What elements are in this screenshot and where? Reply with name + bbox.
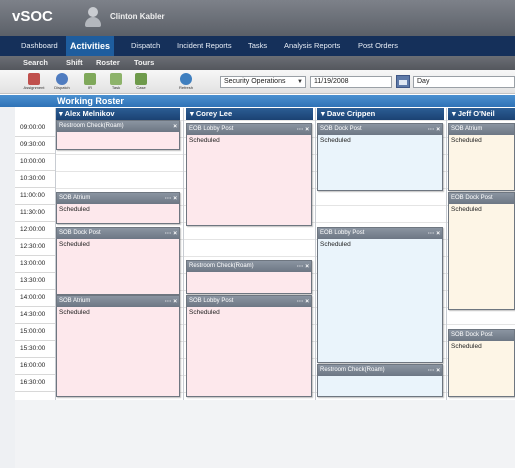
task-button[interactable]: Task [104, 72, 128, 94]
column-header-alex-melnikov[interactable]: ▾ Alex Melnikov [55, 108, 180, 120]
user-avatar-icon [83, 6, 103, 28]
ir-icon [84, 73, 96, 85]
close-icon[interactable]: ··· × [428, 365, 440, 376]
subnav-search[interactable]: Search [23, 56, 48, 70]
shift-block[interactable]: SOB Atrium ··· × Scheduled [56, 295, 180, 397]
left-gutter [0, 95, 15, 468]
close-icon[interactable]: ··· × [428, 228, 440, 239]
close-icon[interactable]: ··· × [165, 228, 177, 239]
close-icon[interactable]: ··· × [297, 261, 309, 272]
shift-block[interactable]: Restroom Check(Roam) ··· × [186, 260, 312, 294]
time-slot: 16:00:00 [15, 358, 55, 375]
time-slot: 09:30:00 [15, 137, 55, 154]
roster-title-bar: Working Roster [0, 95, 515, 107]
team-select[interactable]: Security Operations ▼ [220, 76, 306, 88]
time-slot: 15:00:00 [15, 324, 55, 341]
subnav-roster[interactable]: Roster [96, 56, 120, 70]
dispatch-icon [56, 73, 68, 85]
assignment-icon [28, 73, 40, 85]
close-icon[interactable]: ··· × [165, 193, 177, 204]
shift-block[interactable]: EOB Dock Post Scheduled [448, 192, 515, 310]
column-header-dave-crippen[interactable]: ▾ Dave Crippen [317, 108, 444, 120]
time-slot: 12:30:00 [15, 239, 55, 256]
close-icon[interactable]: × [173, 121, 177, 132]
time-slot: 11:30:00 [15, 205, 55, 222]
case-icon [135, 73, 147, 85]
shift-block[interactable]: EOB Lobby Post ··· × Scheduled [186, 123, 312, 226]
subnav-shift[interactable]: Shift [66, 56, 83, 70]
close-icon[interactable]: ··· × [165, 296, 177, 307]
dropdown-arrow-icon: ▼ [297, 79, 303, 85]
subnav-tours[interactable]: Tours [134, 56, 154, 70]
column-divider [315, 108, 316, 400]
task-icon [110, 73, 122, 85]
nav-dispatch[interactable]: Dispatch [127, 36, 164, 56]
time-slot: 14:30:00 [15, 307, 55, 324]
shift-block[interactable]: Restroom Check(Roam) ··· × [317, 364, 443, 397]
view-select[interactable]: Day [413, 76, 515, 88]
shift-block[interactable]: SOB Atrium Scheduled [448, 123, 515, 191]
date-input[interactable]: 11/19/2008 [310, 76, 392, 88]
nav-analysis-reports[interactable]: Analysis Reports [280, 36, 344, 56]
shift-block[interactable]: Restroom Check(Roam) × [56, 120, 180, 150]
time-slot: 12:00:00 [15, 222, 55, 239]
time-slot: 13:30:00 [15, 273, 55, 290]
time-slot: 15:30:00 [15, 341, 55, 358]
shift-block[interactable]: SOB Dock Post Scheduled [448, 329, 515, 397]
sub-nav: Search Shift Roster Tours [0, 56, 515, 70]
nav-activities[interactable]: Activities [66, 36, 115, 56]
user-name: Clinton Kabler [110, 12, 165, 21]
time-slot: 14:00:00 [15, 290, 55, 307]
column-header-jeff-oneil[interactable]: ▾ Jeff O'Neil [448, 108, 515, 120]
shift-block[interactable]: SOB Dock Post ··· × Scheduled [56, 227, 180, 295]
shift-block[interactable]: SOB Dock Post ··· × Scheduled [317, 123, 443, 191]
time-slot: 09:00:00 [15, 120, 55, 137]
nav-tasks[interactable]: Tasks [244, 36, 271, 56]
time-slot: 10:00:00 [15, 154, 55, 171]
nav-incident-reports[interactable]: Incident Reports [173, 36, 236, 56]
nav-post-orders[interactable]: Post Orders [354, 36, 402, 56]
close-icon[interactable]: ··· × [428, 124, 440, 135]
time-slot: 11:00:00 [15, 188, 55, 205]
close-icon[interactable]: ··· × [297, 296, 309, 307]
nav-dashboard[interactable]: Dashboard [17, 36, 62, 56]
shift-block[interactable]: SOB Lobby Post ··· × Scheduled [186, 295, 312, 397]
time-slot: 13:00:00 [15, 256, 55, 273]
ir-button[interactable]: IR [78, 72, 102, 94]
shift-block[interactable]: EOB Lobby Post ··· × Scheduled [317, 227, 443, 363]
case-button[interactable]: Case [129, 72, 153, 94]
empty-area [15, 400, 515, 468]
toolbar: Assignment Dispatch IR Task Case Refresh… [0, 70, 515, 94]
calendar-icon[interactable] [396, 75, 410, 88]
app-header: vSOC Clinton Kabler [0, 0, 515, 36]
app-title: vSOC [12, 8, 53, 25]
dispatch-button[interactable]: Dispatch [50, 72, 74, 94]
roster-title: Working Roster [57, 96, 124, 106]
time-column: 09:00:00 09:30:00 10:00:00 10:30:00 11:0… [15, 120, 55, 392]
main-nav: Dashboard Activities Dispatch Incident R… [0, 36, 515, 56]
refresh-button[interactable]: Refresh [174, 72, 198, 94]
column-divider [446, 108, 447, 400]
close-icon[interactable]: ··· × [297, 124, 309, 135]
column-header-corey-lee[interactable]: ▾ Corey Lee [186, 108, 313, 120]
shift-block[interactable]: SOB Atrium ··· × Scheduled [56, 192, 180, 224]
assignment-button[interactable]: Assignment [22, 72, 46, 94]
roster-grid: ▾ Alex Melnikov ▾ Corey Lee ▾ Dave Cripp… [15, 108, 515, 400]
time-slot: 10:30:00 [15, 171, 55, 188]
time-slot: 16:30:00 [15, 375, 55, 392]
refresh-icon [180, 73, 192, 85]
column-divider [183, 108, 184, 400]
